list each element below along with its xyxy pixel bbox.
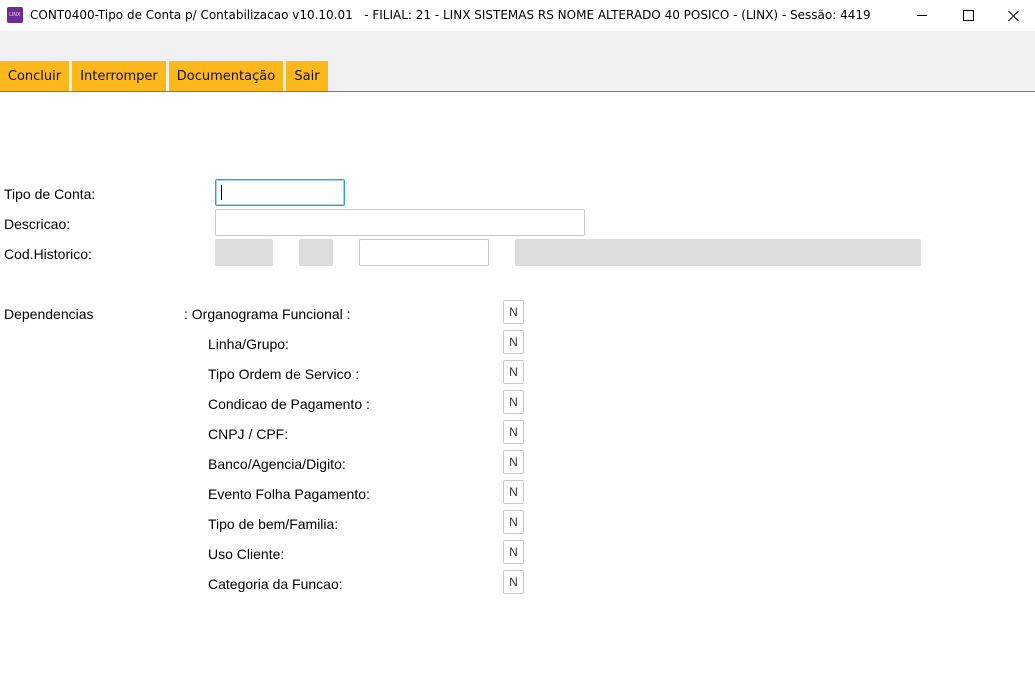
dep-flag-evento-folha[interactable]: N — [503, 480, 524, 504]
dep-flag-organograma[interactable]: N — [503, 300, 524, 324]
dep-flag-linha-grupo[interactable]: N — [503, 330, 524, 354]
title-bar: LINX CONT0400-Tipo de Conta p/ Contabili… — [0, 0, 1035, 31]
maximize-button[interactable] — [945, 0, 991, 31]
cod-historico-part1 — [215, 239, 273, 266]
cod-historico-label: Cod.Historico: — [4, 246, 92, 262]
dep-flag-uso-cliente[interactable]: N — [503, 540, 524, 564]
dep-label-condicao-pagamento: Condicao de Pagamento : — [208, 396, 370, 412]
sair-button[interactable]: Sair — [286, 61, 328, 91]
maximize-icon — [962, 10, 974, 21]
dep-label-linha-grupo: Linha/Grupo: — [208, 336, 289, 352]
dep-label-organograma: : Organograma Funcional : — [184, 306, 351, 322]
descricao-label: Descricao: — [4, 216, 71, 232]
dep-flag-tipo-ordem[interactable]: N — [503, 360, 524, 384]
dep-label-uso-cliente: Uso Cliente: — [208, 546, 285, 562]
tipo-conta-input[interactable] — [215, 179, 345, 206]
interromper-button[interactable]: Interromper — [72, 61, 166, 91]
tipo-conta-label: Tipo de Conta: — [4, 186, 96, 202]
cod-historico-input[interactable] — [359, 239, 489, 266]
dep-flag-cnpj-cpf[interactable]: N — [503, 420, 524, 444]
dep-label-tipo-ordem: Tipo Ordem de Servico : — [208, 366, 360, 382]
dep-flag-condicao-pagamento[interactable]: N — [503, 390, 524, 414]
dep-label-categoria-funcao: Categoria da Funcao: — [208, 576, 343, 592]
dep-flag-tipo-bem[interactable]: N — [503, 510, 524, 534]
cod-historico-part2 — [299, 239, 333, 266]
window-title: CONT0400-Tipo de Conta p/ Contabilizacao… — [30, 8, 871, 22]
minimize-icon — [917, 15, 927, 16]
dep-flag-categoria-funcao[interactable]: N — [503, 570, 524, 594]
app-icon: LINX — [7, 7, 23, 23]
close-button[interactable] — [991, 0, 1035, 31]
documentacao-button[interactable]: Documentação — [169, 61, 283, 91]
cod-historico-description — [515, 239, 921, 266]
minimize-button[interactable] — [899, 0, 945, 31]
close-icon — [1008, 10, 1020, 22]
text-caret — [221, 185, 222, 200]
toolbar: Concluir Interromper Documentação Sair — [0, 31, 1035, 92]
dep-label-evento-folha: Evento Folha Pagamento: — [208, 486, 370, 502]
dependencias-label: Dependencias — [4, 306, 94, 322]
dep-flag-banco-agencia[interactable]: N — [503, 450, 524, 474]
dep-label-cnpj-cpf: CNPJ / CPF: — [208, 426, 289, 442]
descricao-input[interactable] — [215, 209, 585, 236]
dep-label-banco-agencia: Banco/Agencia/Digito: — [208, 456, 346, 472]
concluir-button[interactable]: Concluir — [0, 61, 69, 91]
dep-label-tipo-bem: Tipo de bem/Familia: — [208, 516, 339, 532]
